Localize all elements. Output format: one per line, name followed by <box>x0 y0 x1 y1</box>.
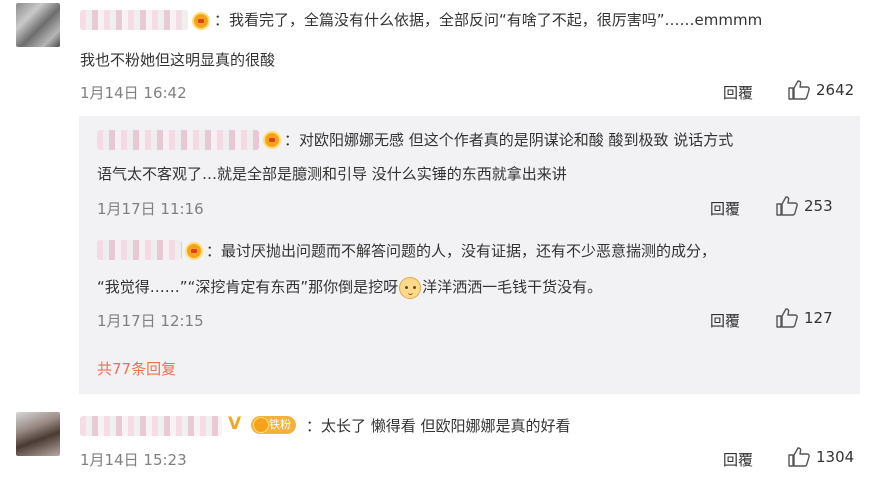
comment-text: ：太长了 懒得看 但欧阳娜娜是真的好看 <box>306 417 571 435</box>
more-replies-link[interactable]: 共77条回复 <box>97 358 176 379</box>
avatar[interactable] <box>16 412 60 456</box>
comment-text: 我也不粉她但这明显真的很酸 <box>80 51 276 69</box>
thumbs-up-icon <box>776 308 798 328</box>
like-button[interactable]: 2642 <box>788 80 854 100</box>
thumbs-up-icon <box>788 80 810 100</box>
member-badge-icon <box>185 242 203 260</box>
avatar[interactable] <box>16 3 60 47</box>
verified-v-icon: V <box>228 414 242 434</box>
comment-text: ：我看完了，全篇没有什么依据，全部反问“有啥了不起，很厉害吗”……emmmm <box>214 11 763 29</box>
like-button[interactable]: 253 <box>776 196 833 216</box>
comment-date: 1月14日 15:23 <box>80 451 187 469</box>
thumbs-up-icon <box>788 447 810 467</box>
reply-button[interactable]: 回覆 <box>723 449 753 470</box>
like-button[interactable]: 1304 <box>788 447 854 467</box>
reply-button[interactable]: 回覆 <box>710 310 740 331</box>
reply-text: “我觉得……”“深挖肯定有东西”那你倒是挖呀 洋洋洒洒一毛钱干货没有。 <box>97 273 602 301</box>
reply-date: 1月17日 12:15 <box>97 312 204 330</box>
like-button[interactable]: 127 <box>776 308 833 328</box>
reply-date: 1月17日 11:16 <box>97 200 204 218</box>
reply-text: ：对欧阳娜娜无感 但这个作者真的是阴谋论和酸 酸到极致 说话方式 <box>284 131 734 149</box>
reply-text: ：最讨厌抛出问题而不解答问题的人，没有证据，还有不少恶意揣测的成分， <box>206 242 717 260</box>
reply-button[interactable]: 回覆 <box>710 198 740 219</box>
username-blurred[interactable] <box>97 240 182 260</box>
username-blurred[interactable] <box>80 416 222 436</box>
like-count: 127 <box>804 309 833 327</box>
member-badge-icon <box>263 131 281 149</box>
reply-button[interactable]: 回覆 <box>723 82 753 103</box>
reply-text-part: 洋洋洒洒一毛钱干货没有。 <box>422 278 603 296</box>
like-count: 253 <box>804 197 833 215</box>
reply-text-part: “我觉得……”“深挖肯定有东西”那你倒是挖呀 <box>97 278 399 296</box>
reply-text: 语气太不客观了…就是全部是臆测和引导 没什么实锤的东西就拿出来讲 <box>97 165 567 183</box>
like-count: 1304 <box>816 448 855 466</box>
comment-date: 1月14日 16:42 <box>80 84 187 102</box>
like-count: 2642 <box>816 81 855 99</box>
thumbs-up-icon <box>776 196 798 216</box>
cat-face-icon <box>399 276 422 299</box>
username-blurred[interactable] <box>80 10 188 30</box>
fan-badge: 铁粉 <box>251 416 296 434</box>
username-blurred[interactable] <box>97 130 259 150</box>
member-badge-icon <box>192 12 210 30</box>
